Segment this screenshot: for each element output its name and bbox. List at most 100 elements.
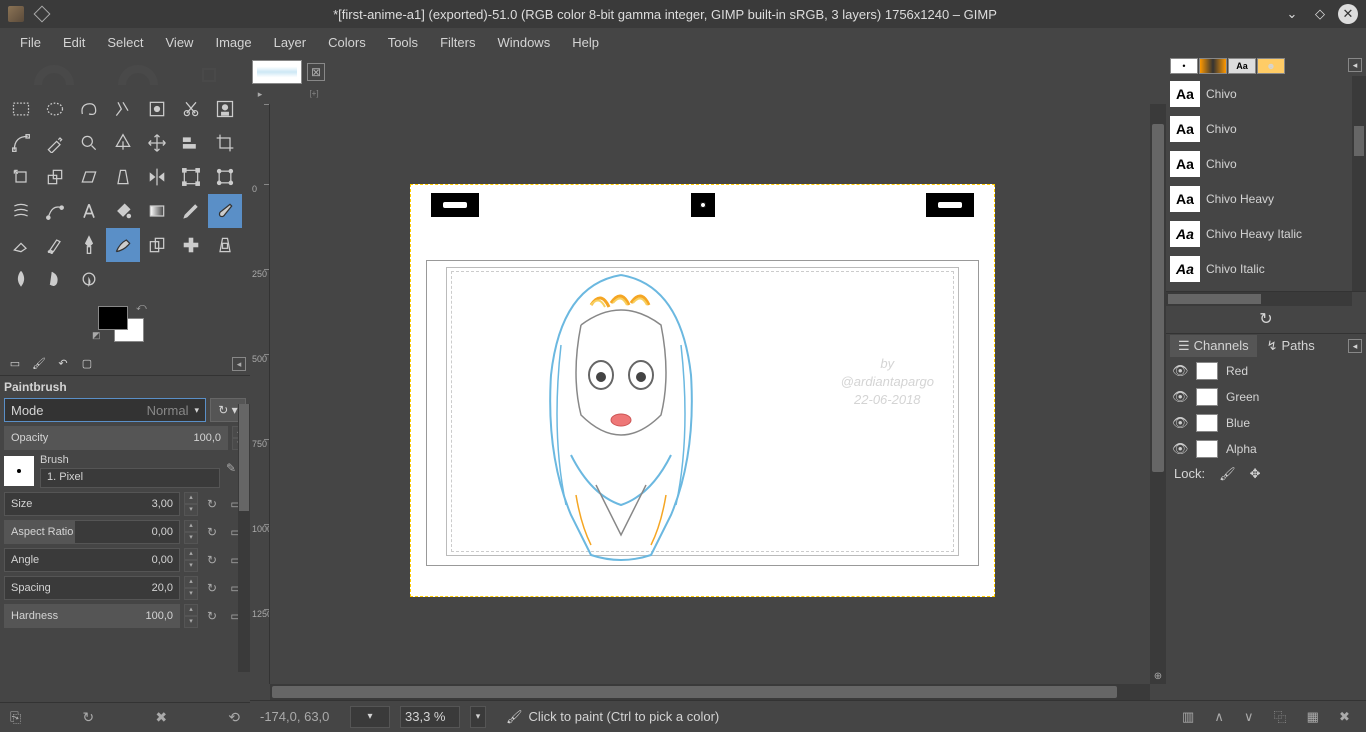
menu-image[interactable]: Image [205,31,261,54]
font-item[interactable]: AaChivo Italic [1166,251,1366,286]
spacing-reset-button[interactable]: ↻ [202,576,222,600]
save-preset-icon[interactable]: ⎘ [10,709,21,726]
tab-fonts[interactable]: Aa [1228,58,1256,74]
default-colors-icon[interactable]: ◩ [92,330,101,341]
tool-paintbrush[interactable] [208,194,242,228]
font-item[interactable]: AaChivo Heavy Italic [1166,216,1366,251]
channel-item[interactable]: 👁Blue [1166,410,1366,436]
tool-perspective-clone[interactable] [208,228,242,262]
angle-spinner[interactable]: ▴▾ [184,548,198,572]
close-tab-button[interactable]: ⊠ [307,63,325,81]
tool-eraser[interactable] [4,228,38,262]
tool-cage[interactable] [174,160,208,194]
menu-windows[interactable]: Windows [487,31,560,54]
spacing-spinner[interactable]: ▴▾ [184,576,198,600]
canvas-area[interactable]: by @ardiantapargo 22-06-2018 [270,104,1150,684]
tool-rect-select[interactable] [4,92,38,126]
tool-heal[interactable] [174,228,208,262]
horizontal-scrollbar[interactable] [270,684,1150,700]
tool-unified-transform[interactable] [208,160,242,194]
font-item[interactable]: AaChivo [1166,111,1366,146]
to-selection-icon[interactable]: ▦ [1307,709,1319,725]
font-scrollbar[interactable] [1352,76,1366,291]
document-tab[interactable]: ⊠ [252,60,302,84]
maximize-button[interactable]: ◇ [1310,4,1330,24]
tool-measure[interactable] [106,126,140,160]
tab-undo-history[interactable]: ↶ [52,354,74,374]
delete-channel-icon[interactable]: ✖ [1339,709,1350,725]
tool-scale[interactable] [38,160,72,194]
menu-colors[interactable]: Colors [318,31,376,54]
tool-text[interactable] [72,194,106,228]
menu-filters[interactable]: Filters [430,31,485,54]
delete-preset-icon[interactable]: ✖ [155,709,167,726]
font-item[interactable]: AaChivo [1166,76,1366,111]
lock-position-icon[interactable]: ✥ [1250,466,1261,482]
ruler-origin-button[interactable]: ▸ [250,84,270,104]
minimize-button[interactable]: ⌄ [1282,4,1302,24]
tool-perspective[interactable] [106,160,140,194]
tool-gradient[interactable] [140,194,174,228]
tool-handle-transform[interactable] [38,194,72,228]
duplicate-channel-icon[interactable]: ⿻ [1274,707,1287,726]
restore-preset-icon[interactable]: ↻ [82,709,94,726]
canvas[interactable]: by @ardiantapargo 22-06-2018 [410,184,995,597]
tool-zoom[interactable] [72,126,106,160]
tool-color-picker[interactable] [38,126,72,160]
tool-smudge[interactable] [38,262,72,296]
dock-menu-button[interactable]: ◂ [1348,58,1362,72]
menu-edit[interactable]: Edit [53,31,95,54]
opacity-slider[interactable]: Opacity 100,0 [4,426,228,450]
tool-pencil[interactable] [174,194,208,228]
tool-bucket-fill[interactable] [106,194,140,228]
vertical-scrollbar[interactable]: ⊕ [1150,104,1166,684]
mode-select[interactable]: Mode Normal ▾ [4,398,206,422]
menu-tools[interactable]: Tools [378,31,428,54]
channel-item[interactable]: 👁Alpha [1166,436,1366,462]
size-reset-button[interactable]: ↻ [202,492,222,516]
channel-item[interactable]: 👁Red [1166,358,1366,384]
pin-icon[interactable] [34,6,51,23]
tool-blur[interactable] [4,262,38,296]
tab-images[interactable]: ▢ [76,354,98,374]
tool-warp[interactable] [4,194,38,228]
font-item[interactable]: AaChivo [1166,146,1366,181]
swap-colors-icon[interactable]: ⤺ [136,302,147,313]
close-button[interactable]: ✕ [1338,4,1358,24]
new-channel-icon[interactable]: ▥ [1182,709,1194,725]
spacing-slider[interactable]: Spacing 20,0 [4,576,180,600]
fg-color[interactable] [98,306,128,330]
tool-move[interactable] [140,126,174,160]
menu-help[interactable]: Help [562,31,609,54]
menu-select[interactable]: Select [97,31,153,54]
angle-slider[interactable]: Angle 0,00 [4,548,180,572]
tool-dodge-burn[interactable] [72,262,106,296]
refresh-fonts-icon[interactable]: ↻ [1259,309,1272,329]
tool-ink[interactable] [72,228,106,262]
aspect-reset-button[interactable]: ↻ [202,520,222,544]
tool-crop[interactable] [208,126,242,160]
tool-align[interactable] [174,126,208,160]
tab-device-status[interactable]: 🖌 [28,354,50,374]
menu-view[interactable]: View [156,31,204,54]
hardness-spinner[interactable]: ▴▾ [184,604,198,628]
navigation-button[interactable]: ⊕ [1150,668,1166,684]
aspect-slider[interactable]: Aspect Ratio 0,00 [4,520,180,544]
angle-reset-button[interactable]: ↻ [202,548,222,572]
tool-scissors[interactable] [174,92,208,126]
tool-rotate[interactable] [4,160,38,194]
dock-menu-button[interactable]: ◂ [1348,339,1362,353]
menu-file[interactable]: File [10,31,51,54]
tool-shear[interactable] [72,160,106,194]
zoom-dropdown[interactable]: ▾ [470,706,486,728]
tool-paths[interactable] [4,126,38,160]
dock-menu-button[interactable]: ◂ [232,357,246,371]
tool-airbrush[interactable] [38,228,72,262]
brush-preview[interactable] [4,456,34,486]
tool-mypaint-brush[interactable] [106,228,140,262]
lock-pixels-icon[interactable]: 🖌 [1219,466,1236,482]
tab-tool-options[interactable]: ▭ [4,354,26,374]
size-spinner[interactable]: ▴▾ [184,492,198,516]
raise-channel-icon[interactable]: ∧ [1214,709,1224,725]
visibility-icon[interactable]: 👁 [1172,441,1188,457]
